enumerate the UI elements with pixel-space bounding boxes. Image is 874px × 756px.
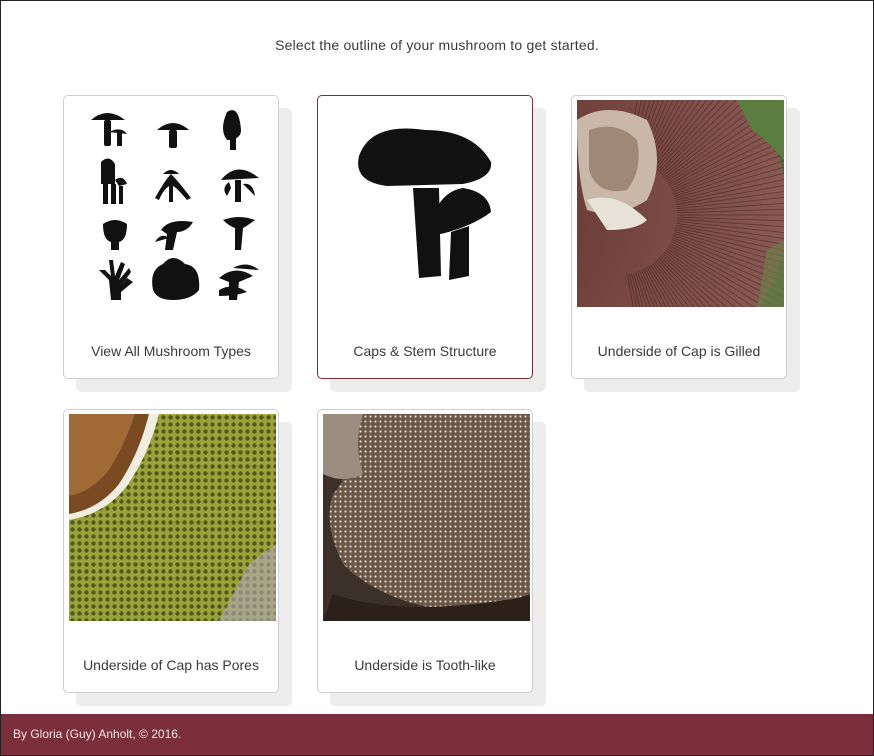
card-underside-pores[interactable]: Underside of Cap has Pores: [63, 409, 279, 693]
card-label: Caps & Stem Structure: [353, 343, 497, 359]
card-underside-tooth-like[interactable]: Underside is Tooth-like: [317, 409, 533, 693]
cap-stem-icon: [323, 100, 530, 307]
card-label: Underside of Cap has Pores: [83, 657, 259, 673]
card-label: View All Mushroom Types: [91, 343, 251, 359]
teeth-photo: [323, 414, 530, 621]
card-all-mushroom-types[interactable]: View All Mushroom Types: [63, 95, 279, 379]
card-label: Underside of Cap is Gilled: [597, 343, 761, 359]
page: Select the outline of your mushroom to g…: [0, 0, 874, 756]
instruction-text: Select the outline of your mushroom to g…: [275, 37, 599, 53]
footer: By Gloria (Guy) Anholt, © 2016.: [1, 714, 873, 755]
pores-photo: [69, 414, 276, 621]
mushroom-grid-icon: [69, 100, 276, 307]
gills-photo: [577, 100, 784, 307]
card-underside-gilled[interactable]: Underside of Cap is Gilled: [571, 95, 787, 379]
footer-text: By Gloria (Guy) Anholt, © 2016.: [13, 727, 182, 741]
card-label: Underside is Tooth-like: [354, 657, 496, 673]
card-caps-stem-structure[interactable]: Caps & Stem Structure: [317, 95, 533, 379]
